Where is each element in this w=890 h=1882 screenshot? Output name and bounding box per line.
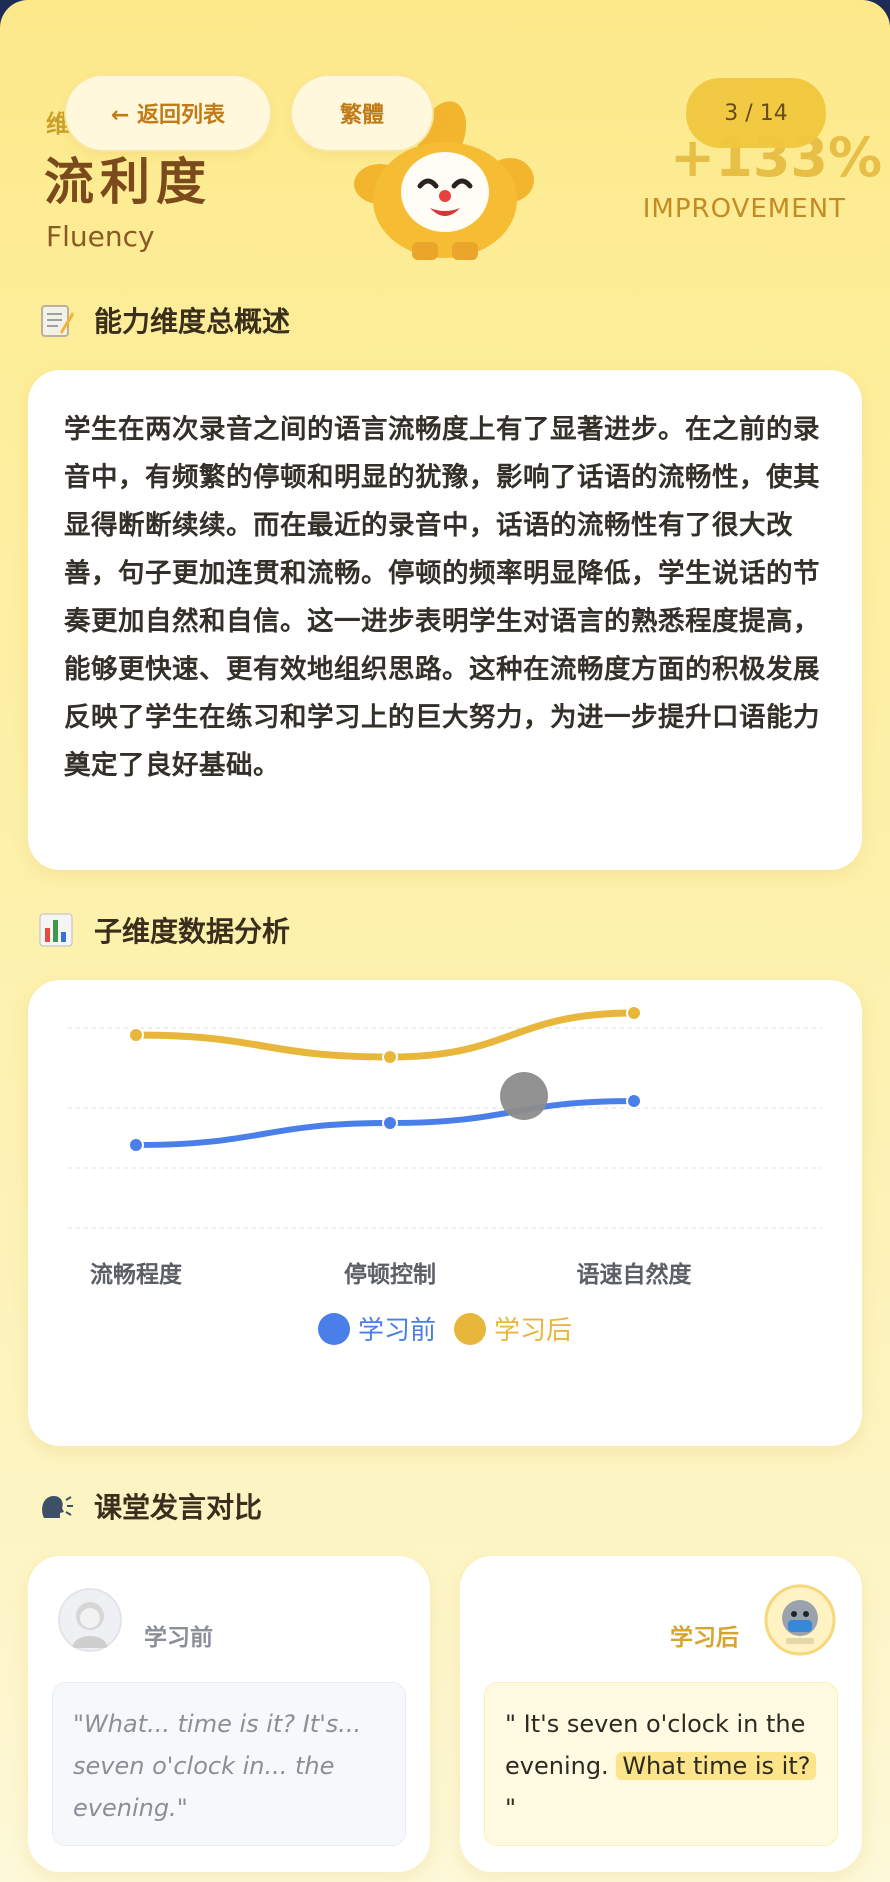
back-to-list-button[interactable]: ← 返回列表 (64, 74, 272, 152)
data-point-0-2[interactable] (626, 1093, 642, 1109)
x-tick-label: 流畅程度 (90, 1261, 183, 1288)
speech-after-quote-end: " (505, 1794, 517, 1822)
legend-before-label: 学习前 (357, 1316, 436, 1346)
overview-heading-text: 能力维度总概述 (94, 305, 291, 338)
data-point-1-0[interactable] (128, 1027, 144, 1043)
speech-before-quote: "What... time is it? It's... seven o'clo… (52, 1682, 406, 1846)
legend-before-swatch (317, 1312, 350, 1345)
student-before-avatar (58, 1588, 122, 1652)
speech-after-quote-highlight: What time is it? (616, 1752, 817, 1780)
line-chart: 流畅程度 停顿控制 语速自然度 (68, 1005, 822, 1288)
memo-icon (41, 305, 74, 337)
speech-after-label: 学习后 (670, 1625, 739, 1651)
speech-after-card: 学习后 " It's seven o'clock in the evening.… (460, 1556, 862, 1872)
speech-after-quote: " It's seven o'clock in the evening. Wha… (484, 1682, 838, 1846)
overview-heading: 能力维度总概述 (38, 300, 290, 340)
bar-chart-icon (39, 913, 73, 947)
legend-before[interactable]: 学习前 (317, 1310, 436, 1347)
overview-card: 学生在两次录音之间的语言流畅度上有了显著进步。在之前的录音中，有频繁的停顿和明显… (28, 370, 862, 870)
improvement-label: IMPROVEMENT (642, 194, 846, 224)
overview-text: 学生在两次录音之间的语言流畅度上有了显著进步。在之前的录音中，有频繁的停顿和明显… (64, 414, 820, 781)
x-tick-label: 停顿控制 (344, 1261, 436, 1288)
data-point-1-1[interactable] (382, 1049, 398, 1065)
data-point-0-1[interactable] (382, 1115, 398, 1131)
speech-heading-text: 课堂发言对比 (94, 1491, 263, 1524)
chart-legend: 学习前 学习后 (28, 1310, 862, 1347)
analysis-heading-text: 子维度数据分析 (94, 915, 291, 948)
traditional-chinese-toggle[interactable]: 繁體 (290, 74, 434, 152)
chart-card: 流畅程度 停顿控制 语速自然度 学习前 学习后 (28, 980, 862, 1446)
speech-before-card: 学习前 "What... time is it? It's... seven o… (28, 1556, 430, 1872)
report-page: 维度表 流利度 Fluency ← 返回列表 繁體 +133% 3 / 14 I… (0, 0, 890, 1882)
speech-heading: 课堂发言对比 (38, 1486, 262, 1526)
legend-after[interactable]: 学习后 (454, 1310, 572, 1347)
speaking-head-icon (42, 1496, 73, 1518)
x-tick-label: 语速自然度 (577, 1261, 693, 1288)
student-after-avatar (764, 1584, 836, 1656)
dimension-title: 流利度 (44, 152, 212, 211)
data-point-1-2[interactable] (626, 1005, 642, 1021)
series-line-1 (132, 1009, 638, 1061)
speech-before-label: 学习前 (144, 1625, 213, 1651)
data-point-0-0[interactable] (128, 1137, 144, 1153)
legend-after-label: 学习后 (494, 1316, 573, 1346)
legend-after-swatch (454, 1312, 486, 1345)
analysis-heading: 子维度数据分析 (38, 910, 290, 950)
touch-indicator (500, 1072, 548, 1120)
page-counter: 3 / 14 (686, 78, 826, 148)
dimension-subtitle: Fluency (46, 220, 155, 253)
